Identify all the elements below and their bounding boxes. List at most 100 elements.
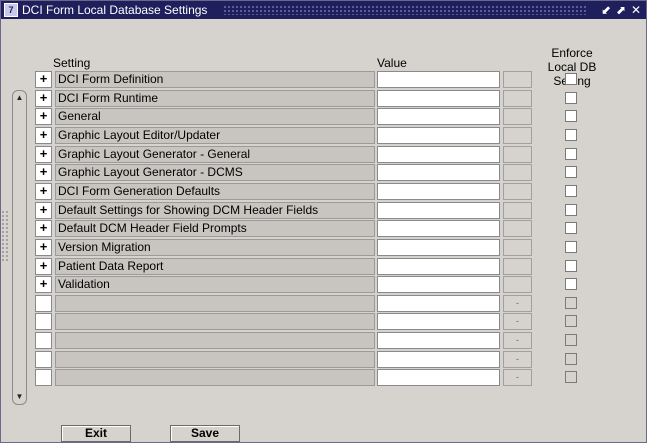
app-icon: 7	[4, 3, 18, 17]
setting-cell[interactable]: Graphic Layout Editor/Updater	[55, 127, 375, 144]
setting-cell[interactable]: Graphic Layout Generator - DCMS	[55, 164, 375, 181]
setting-cell[interactable]	[55, 295, 375, 312]
settings-form: Setting Value Enforce Local DB Setting ▲…	[1, 20, 646, 442]
enforce-local-db-checkbox[interactable]	[565, 204, 577, 216]
value-field[interactable]	[377, 90, 500, 107]
exit-button[interactable]: Exit	[61, 425, 131, 442]
list-of-values-button[interactable]	[503, 239, 532, 256]
enforce-local-db-checkbox[interactable]	[565, 334, 577, 346]
enforce-local-db-checkbox[interactable]	[565, 222, 577, 234]
setting-cell[interactable]	[55, 313, 375, 330]
value-field[interactable]	[377, 71, 500, 88]
value-field[interactable]	[377, 332, 500, 349]
expand-icon[interactable]: +	[35, 127, 52, 144]
value-field[interactable]	[377, 351, 500, 368]
value-field[interactable]	[377, 127, 500, 144]
enforce-local-db-checkbox[interactable]	[565, 297, 577, 309]
value-field[interactable]	[377, 276, 500, 293]
list-of-values-button[interactable]	[503, 108, 532, 125]
list-of-values-button[interactable]	[503, 127, 532, 144]
enforce-local-db-checkbox[interactable]	[565, 73, 577, 85]
value-field[interactable]	[377, 369, 500, 386]
setting-cell[interactable]	[55, 351, 375, 368]
enforce-local-db-checkbox[interactable]	[565, 260, 577, 272]
list-of-values-button[interactable]	[503, 202, 532, 219]
expand-icon[interactable]	[35, 295, 52, 312]
title-bar[interactable]: 7 DCI Form Local Database Settings ⬋ ⬈ ✕	[1, 1, 646, 19]
maximize-icon[interactable]: ⬈	[614, 3, 628, 17]
enforce-local-db-checkbox[interactable]	[565, 315, 577, 327]
expand-icon[interactable]: +	[35, 108, 52, 125]
list-of-values-button[interactable]	[503, 71, 532, 88]
setting-cell[interactable]	[55, 332, 375, 349]
list-of-values-button[interactable]	[503, 258, 532, 275]
value-field[interactable]	[377, 258, 500, 275]
enforce-local-db-checkbox[interactable]	[565, 129, 577, 141]
list-of-values-button[interactable]: -	[503, 295, 532, 312]
setting-cell[interactable]: Validation	[55, 276, 375, 293]
scroll-down-icon[interactable]: ▼	[13, 391, 26, 403]
expand-icon[interactable]: +	[35, 220, 52, 237]
expand-icon[interactable]: +	[35, 146, 52, 163]
value-field[interactable]	[377, 146, 500, 163]
expand-icon[interactable]	[35, 351, 52, 368]
list-of-values-button[interactable]	[503, 276, 532, 293]
value-field[interactable]	[377, 313, 500, 330]
expand-icon[interactable]	[35, 332, 52, 349]
setting-cell[interactable]: DCI Form Runtime	[55, 90, 375, 107]
scroll-up-icon[interactable]: ▲	[13, 92, 26, 104]
setting-cell[interactable]	[55, 369, 375, 386]
value-field[interactable]	[377, 220, 500, 237]
list-of-values-button[interactable]	[503, 90, 532, 107]
list-of-values-button[interactable]	[503, 220, 532, 237]
expand-icon[interactable]: +	[35, 258, 52, 275]
enforce-local-db-checkbox[interactable]	[565, 371, 577, 383]
window-title: DCI Form Local Database Settings	[22, 3, 208, 17]
expand-icon[interactable]: +	[35, 183, 52, 200]
expand-icon[interactable]	[35, 313, 52, 330]
enforce-local-db-checkbox[interactable]	[565, 241, 577, 253]
dci-form-local-db-settings-window: 7 DCI Form Local Database Settings ⬋ ⬈ ✕…	[0, 0, 647, 443]
value-field[interactable]	[377, 164, 500, 181]
value-field[interactable]	[377, 202, 500, 219]
list-of-values-button[interactable]: -	[503, 351, 532, 368]
enforce-local-db-checkbox[interactable]	[565, 92, 577, 104]
expand-icon[interactable]: +	[35, 164, 52, 181]
value-field[interactable]	[377, 239, 500, 256]
expand-icon[interactable]: +	[35, 71, 52, 88]
list-of-values-button[interactable]: -	[503, 369, 532, 386]
enforce-local-db-checkbox[interactable]	[565, 148, 577, 160]
list-of-values-button[interactable]	[503, 183, 532, 200]
setting-cell[interactable]: General	[55, 108, 375, 125]
enforce-local-db-checkbox[interactable]	[565, 166, 577, 178]
expand-icon[interactable]: +	[35, 90, 52, 107]
enforce-header-line-2: Local DB	[547, 60, 597, 74]
enforce-local-db-checkbox[interactable]	[565, 185, 577, 197]
setting-cell[interactable]: Patient Data Report	[55, 258, 375, 275]
vertical-scrollbar[interactable]: ▲ ▼	[12, 90, 27, 405]
list-of-values-button[interactable]	[503, 146, 532, 163]
setting-cell[interactable]: DCI Form Generation Defaults	[55, 183, 375, 200]
expand-icon[interactable]	[35, 369, 52, 386]
resize-grip[interactable]	[1, 210, 9, 262]
setting-cell[interactable]: Default DCM Header Field Prompts	[55, 220, 375, 237]
list-of-values-button[interactable]	[503, 164, 532, 181]
expand-icon[interactable]: +	[35, 202, 52, 219]
expand-icon[interactable]: +	[35, 276, 52, 293]
save-button[interactable]: Save	[170, 425, 240, 442]
value-field[interactable]	[377, 183, 500, 200]
close-icon[interactable]: ✕	[629, 3, 643, 17]
setting-cell[interactable]: Default Settings for Showing DCM Header …	[55, 202, 375, 219]
value-field[interactable]	[377, 108, 500, 125]
expand-icon[interactable]: +	[35, 239, 52, 256]
enforce-local-db-checkbox[interactable]	[565, 110, 577, 122]
list-of-values-button[interactable]: -	[503, 313, 532, 330]
setting-cell[interactable]: Version Migration	[55, 239, 375, 256]
minimize-icon[interactable]: ⬋	[599, 3, 613, 17]
list-of-values-button[interactable]: -	[503, 332, 532, 349]
setting-cell[interactable]: Graphic Layout Generator - General	[55, 146, 375, 163]
enforce-local-db-checkbox[interactable]	[565, 278, 577, 290]
setting-cell[interactable]: DCI Form Definition	[55, 71, 375, 88]
value-field[interactable]	[377, 295, 500, 312]
enforce-local-db-checkbox[interactable]	[565, 353, 577, 365]
